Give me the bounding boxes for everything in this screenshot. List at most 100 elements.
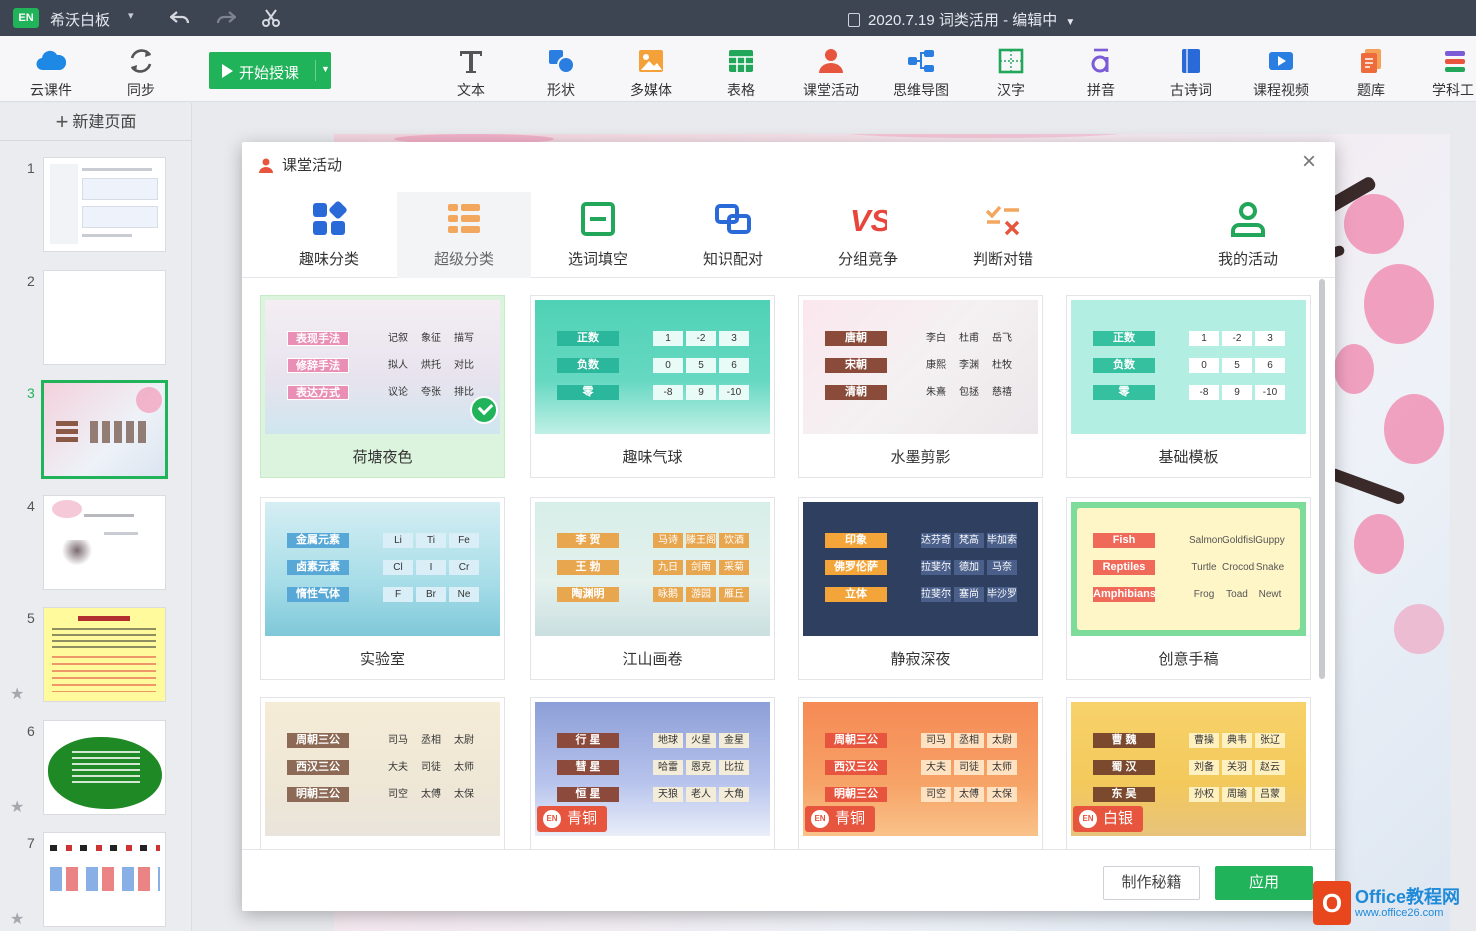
option-word: -10: [1255, 385, 1285, 400]
option-word: 6: [719, 358, 749, 373]
scissors-icon[interactable]: [259, 7, 283, 29]
category-label: Amphibians: [1093, 587, 1156, 602]
close-icon[interactable]: ×: [1297, 150, 1321, 174]
option-word: 德加: [954, 560, 984, 575]
tool-mindmap[interactable]: 思维导图: [880, 36, 962, 102]
tab-fill-blank[interactable]: 选词填空: [531, 192, 665, 278]
category-label: 正数: [557, 331, 619, 346]
template-card[interactable]: 正数 负数零 1 -2 3 0 5 6 -8 9 -10 基础模板: [1066, 295, 1311, 478]
category-label: 零: [1093, 385, 1155, 400]
slide-thumbnail[interactable]: 2: [0, 271, 192, 371]
template-card[interactable]: 李 贺王 勃陶渊明 马诗 滕王阁 饮酒 九日 剑南 采菊 咏鹅 游园 雁丘 江山画卷: [530, 497, 775, 680]
template-name: 水墨剪影: [890, 449, 951, 466]
tab-super-classify[interactable]: 超级分类: [397, 192, 531, 278]
tool-media[interactable]: 多媒体: [610, 36, 692, 102]
tab-fun-classify[interactable]: 趣味分类: [262, 192, 396, 278]
template-preview: Fish Reptiles Amphibians Salmon Goldfish Gupp…: [1071, 502, 1306, 636]
slide-thumbnail[interactable]: 6 ★: [0, 721, 192, 821]
star-icon[interactable]: ★: [10, 684, 24, 704]
category-label: 行 星: [557, 733, 619, 748]
option-word: 孙权: [1189, 787, 1219, 802]
document-title[interactable]: 2020.7.19 词类活用 - 编辑中 ▼: [848, 9, 1075, 30]
template-card[interactable]: 曹 魏蜀 汉东 吴 曹操 典韦 张辽 刘备 关羽 赵云 孙权 周瑜 吕蒙 EN 白银: [1066, 697, 1311, 849]
slide-thumbnail[interactable]: 1: [0, 158, 192, 258]
tool-course-video[interactable]: 课程视频: [1240, 36, 1322, 102]
slide-thumbnail-active[interactable]: 3: [0, 383, 192, 483]
slide-thumbnail[interactable]: 4: [0, 496, 192, 596]
option-word: 5: [1222, 358, 1252, 373]
sync-button[interactable]: 同步: [100, 36, 182, 102]
template-card[interactable]: 印象 佛罗伦萨 立体 达芬奇 梵高 毕加索 拉斐尔 德加 马奈 拉斐尔 塞尚 毕沙罗 静寂深夜: [798, 497, 1043, 680]
tier-badge-icon: EN: [1079, 810, 1097, 828]
tool-shape[interactable]: 形状: [520, 36, 602, 102]
category-label: 蜀 汉: [1093, 760, 1155, 775]
start-dropdown-icon[interactable]: ▼: [321, 64, 330, 74]
option-word: 哈雷: [653, 760, 683, 775]
tool-question-bank[interactable]: 题库: [1330, 36, 1412, 102]
category-label: 表现手法: [287, 331, 349, 346]
cloud-icon: [36, 50, 66, 71]
category-label: 卤素元素: [287, 560, 349, 575]
template-card[interactable]: Fish Reptiles Amphibians Salmon Goldfish Gupp…: [1066, 497, 1311, 680]
option-word: 太师: [454, 762, 474, 773]
template-card[interactable]: 周朝三公 西汉三公 明朝三公 司马 丞相 太尉 大夫 司徒 太师 司空 太傅 太保 EN 青铜: [798, 697, 1043, 849]
tool-subject-tools[interactable]: 学科工: [1412, 36, 1476, 102]
category-label: 立体: [825, 587, 887, 602]
tab-my-activities[interactable]: 我的活动: [1181, 192, 1315, 278]
template-grid-scrollbar[interactable]: [1319, 279, 1325, 679]
category-label: 印象: [825, 533, 887, 548]
tab-knowledge-match[interactable]: 知识配对: [666, 192, 800, 278]
category-label: 表达方式: [287, 385, 349, 400]
tool-classroom-activity[interactable]: 课堂活动: [790, 36, 872, 102]
template-card[interactable]: 正数 负数零 1 -2 3 0 5 6 -8 9 -10 趣味气球: [530, 295, 775, 478]
tool-text[interactable]: 文本: [430, 36, 512, 102]
option-word: 1: [1189, 331, 1219, 346]
template-preview: 李 贺王 勃陶渊明 马诗 滕王阁 饮酒 九日 剑南 采菊 咏鹅 游园 雁丘: [535, 502, 770, 636]
mindmap-icon: [908, 50, 934, 72]
app-menu-caret-icon[interactable]: ▾: [128, 9, 134, 22]
template-card[interactable]: 金属元素 卤素元素 惰性气体 Li Ti Fe Cl I Cr F Br Ne 实验室: [260, 497, 505, 680]
cloud-courseware-button[interactable]: 云课件: [10, 36, 92, 102]
template-card[interactable]: 表现手法 修辞手法 表达方式 记叙 象征 描写 拟人 烘托 对比 议论 夸张 排比 荷塘夜色: [260, 295, 505, 478]
tool-ancient-poetry[interactable]: 古诗词: [1150, 36, 1232, 102]
tab-true-false[interactable]: 判断对错: [936, 192, 1070, 278]
tool-pinyin[interactable]: 拼音: [1060, 36, 1142, 102]
option-word: F: [383, 587, 413, 602]
option-word: 康熙: [926, 360, 946, 371]
option-word: 毕沙罗: [987, 587, 1017, 602]
option-word: 金星: [719, 733, 749, 748]
template-preview: 周朝三公 西汉三公 明朝三公 司马 丞相 太尉 大夫 司徒 太师 司空 太傅 太保: [265, 702, 500, 836]
start-teaching-button[interactable]: 开始授课 ▼: [209, 52, 331, 89]
tier-badge: EN 白银: [1073, 806, 1144, 832]
option-word: 刘备: [1189, 760, 1219, 775]
star-icon[interactable]: ★: [10, 797, 24, 817]
new-page-button[interactable]: + 新建页面: [0, 103, 192, 141]
template-preview: 正数 负数零 1 -2 3 0 5 6 -8 9 -10: [1071, 300, 1306, 434]
slide-preview: [44, 833, 165, 926]
redo-icon[interactable]: [214, 7, 238, 29]
option-word: Cr: [449, 560, 479, 575]
tab-group-compete[interactable]: VS 分组竞争: [801, 192, 935, 278]
tool-chinese-character[interactable]: 汉字: [970, 36, 1052, 102]
slide-preview: [44, 271, 165, 364]
category-label: 清朝: [825, 385, 887, 400]
option-word: 赵云: [1255, 760, 1285, 775]
category-label: 东 吴: [1093, 787, 1155, 802]
template-card[interactable]: 周朝三公 西汉三公 明朝三公 司马 丞相 太尉 大夫 司徒 太师 司空 太傅 太保: [260, 697, 505, 849]
slide-preview: [44, 496, 165, 589]
slide-thumbnail[interactable]: 5 ★: [0, 608, 192, 708]
doc-menu-caret-icon[interactable]: ▼: [1065, 17, 1075, 28]
make-secret-button[interactable]: 制作秘籍: [1103, 866, 1200, 900]
app-name[interactable]: 希沃白板: [50, 9, 110, 30]
sync-icon: [130, 49, 152, 73]
option-word: -8: [653, 385, 683, 400]
undo-icon[interactable]: [168, 7, 192, 29]
template-card[interactable]: 唐朝 宋朝 清朝 李白 杜甫 岳飞 康熙 李渊 杜牧 朱熹 包拯 慈禧 水墨剪影: [798, 295, 1043, 478]
template-card[interactable]: 行 星彗 星恒 星 地球 火星 金星 哈雷 恩克 比拉 天狼 老人 大角 EN 青铜: [530, 697, 775, 849]
tool-table[interactable]: 表格: [700, 36, 782, 102]
slide-thumbnail[interactable]: 7 ★: [0, 833, 192, 931]
star-icon[interactable]: ★: [10, 909, 24, 929]
apply-button[interactable]: 应用: [1215, 866, 1313, 900]
option-word: 太保: [454, 789, 474, 800]
option-word: 达芬奇: [921, 533, 951, 548]
